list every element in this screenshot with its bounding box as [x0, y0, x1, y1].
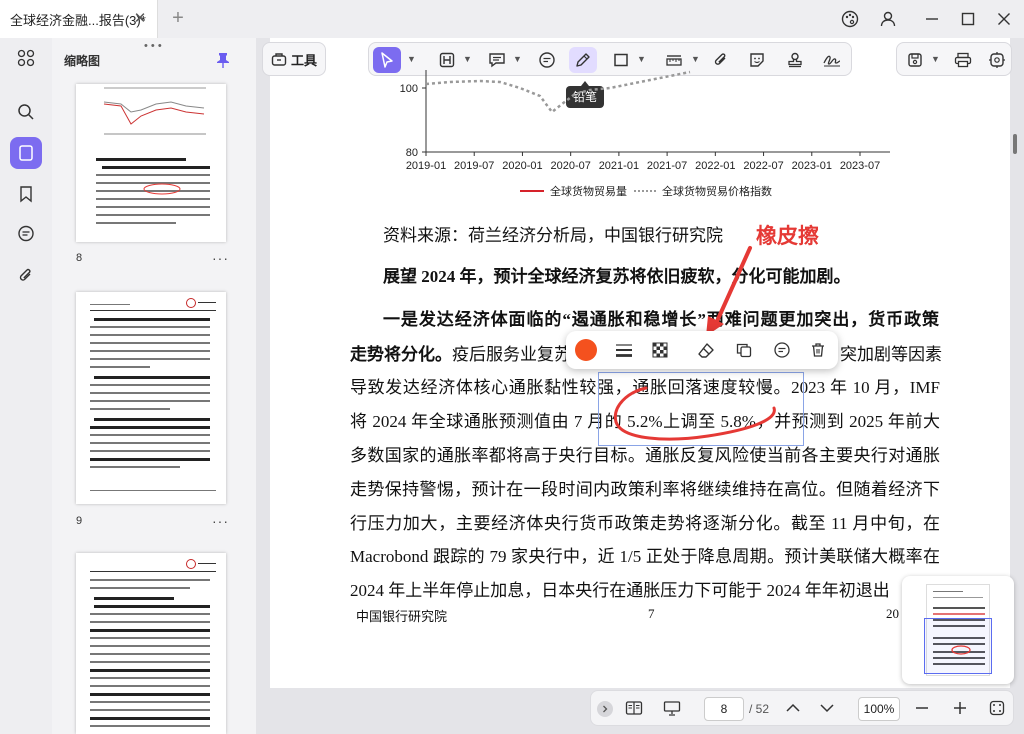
vertical-scrollbar[interactable]: [1013, 134, 1017, 154]
paragraph-line: 一是发达经济体面临的“遏通胀和稳增长”两难问题更加突出，货币政策: [383, 310, 939, 329]
thumbnail-more-button[interactable]: ···: [212, 250, 229, 266]
close-window-icon[interactable]: [990, 6, 1018, 32]
paragraph-line: 走势将分化。疫后服务业复苏: [350, 340, 571, 365]
page-footer-right: 20: [886, 606, 899, 621]
x-tick-label: 2020-07: [550, 160, 590, 172]
theme-palette-icon[interactable]: [836, 6, 864, 32]
new-tab-button[interactable]: +: [168, 8, 188, 28]
print-icon[interactable]: [951, 47, 975, 73]
paragraph-line: 走势保持警惕，预计在一段时间内政策利率将继续维持在高位。但随着经济下: [350, 480, 940, 499]
tab-title: 全球经济金融...报告(3)*: [10, 12, 146, 28]
x-tick-label: 2020-01: [502, 160, 542, 172]
chart-source-text: 资料来源：荷兰经济分析局，中国银行研究院: [383, 226, 723, 245]
presentation-icon[interactable]: [663, 700, 681, 716]
maximize-window-icon[interactable]: [954, 6, 982, 32]
legend-label-price: 全球货物贸易价格指数: [662, 184, 772, 198]
thumbnail-chart: [103, 87, 206, 135]
annotation-arrow: [706, 246, 752, 336]
thumbnails-panel-icon[interactable]: [10, 137, 42, 169]
thumbnail-page-number: 9: [76, 515, 83, 527]
color-swatch: [575, 339, 597, 361]
paragraph-line: Macrobond 跟踪的 79 家央行中，近 1/5 正处于降息周期。预计美联…: [350, 547, 940, 566]
total-pages: / 52: [749, 702, 770, 716]
price-index-series-line: [425, 70, 691, 114]
fit-page-icon[interactable]: [989, 700, 1005, 716]
chevron-down-icon[interactable]: ▼: [637, 54, 646, 64]
x-tick-label: 2019-01: [406, 160, 446, 172]
apps-grid-icon[interactable]: [10, 42, 42, 74]
search-icon[interactable]: [10, 96, 42, 128]
thumbnail-page-9[interactable]: [76, 292, 226, 504]
section-heading: 展望 2024 年，预计全球经济复苏将依旧疲软，分化可能加剧。: [383, 267, 851, 286]
eraser-icon[interactable]: [694, 339, 718, 361]
thumbnail-page-number: 8: [76, 252, 83, 264]
x-tick-label: 2021-01: [599, 160, 639, 172]
y-tick-label: 100: [400, 83, 418, 95]
paragraph-bold-lead: 走势将分化。: [350, 345, 452, 364]
panel-resize-handle[interactable]: • • •: [144, 40, 162, 52]
toolbox-icon: [271, 53, 287, 66]
tools-button[interactable]: 工具: [262, 42, 326, 76]
y-tick-label: 80: [406, 147, 418, 159]
pencil-scribble[interactable]: [598, 372, 808, 452]
chevron-down-icon[interactable]: ▼: [513, 54, 522, 64]
paragraph-text: 突加剧等因素: [840, 345, 942, 364]
page-footer-number: 7: [648, 606, 655, 621]
user-account-icon[interactable]: [874, 6, 902, 32]
thumbnail-page-10[interactable]: [76, 553, 226, 734]
zoom-out-icon[interactable]: [915, 701, 929, 715]
chevron-down-icon[interactable]: ▼: [407, 54, 416, 64]
tools-label: 工具: [290, 52, 317, 68]
comments-icon[interactable]: [10, 218, 42, 250]
reading-mode-icon[interactable]: [625, 700, 643, 716]
close-tab-icon[interactable]: ✕: [131, 10, 149, 28]
duplicate-icon[interactable]: [732, 339, 756, 361]
zoom-level-select[interactable]: 100%: [858, 697, 900, 721]
chevron-down-icon[interactable]: ▼: [463, 54, 472, 64]
paragraph-line: 行压力加大，主要经济体央行货币政策走势将逐渐分化。截至 11 月中旬，在: [350, 514, 940, 533]
pin-panel-icon[interactable]: [216, 52, 230, 68]
page-number-input[interactable]: 8: [704, 697, 744, 721]
zoom-in-icon[interactable]: [953, 701, 967, 715]
opacity-icon[interactable]: [648, 339, 672, 361]
bottom-navigation-bar: / 52: [590, 690, 1014, 726]
document-tab[interactable]: 全球经济金融...报告(3)* ✕: [0, 0, 158, 38]
bookmark-icon[interactable]: [10, 178, 42, 210]
color-picker-button[interactable]: [574, 339, 598, 361]
x-tick-label: 2021-07: [647, 160, 687, 172]
page-footer-left: 中国银行研究院: [356, 609, 448, 624]
next-page-icon[interactable]: [819, 701, 835, 715]
page-minimap[interactable]: [902, 576, 1014, 684]
line-width-icon[interactable]: [612, 339, 636, 361]
x-tick-label: 2023-07: [840, 160, 880, 172]
trade-chart: 100 802019-01 2019-07 2020-01 2020-07 2021-01…: [400, 70, 890, 198]
thumbnails-title: 缩略图: [64, 54, 101, 68]
chevron-down-icon[interactable]: ▼: [691, 54, 700, 64]
annotation-properties-bar: [566, 331, 838, 369]
x-tick-label: 2019-07: [454, 160, 494, 172]
thumbnail-more-button[interactable]: ···: [212, 513, 229, 529]
previous-page-icon[interactable]: [785, 701, 801, 715]
thumbnail-page-8[interactable]: [76, 84, 226, 242]
chevron-down-icon[interactable]: ▼: [931, 54, 940, 64]
x-tick-label: 2022-01: [695, 160, 735, 172]
comment-icon[interactable]: [770, 339, 794, 361]
x-tick-label: 2023-01: [792, 160, 832, 172]
ai-assistant-icon[interactable]: [985, 47, 1009, 73]
minimize-window-icon[interactable]: [918, 6, 946, 32]
attachment-icon[interactable]: [10, 260, 42, 292]
x-tick-label: 2022-07: [743, 160, 783, 172]
legend-label-volume: 全球货物贸易量: [550, 184, 627, 198]
eraser-annotation-label: 橡皮擦: [756, 225, 819, 248]
paragraph-line: 2024 年上半年停止加息，日本央行在通胀压力下可能于 2024 年年初退出: [350, 581, 890, 600]
delete-icon[interactable]: [806, 339, 830, 361]
paragraph-text: 疫后服务业复苏: [452, 345, 571, 364]
collapse-bar-icon[interactable]: [597, 701, 613, 717]
